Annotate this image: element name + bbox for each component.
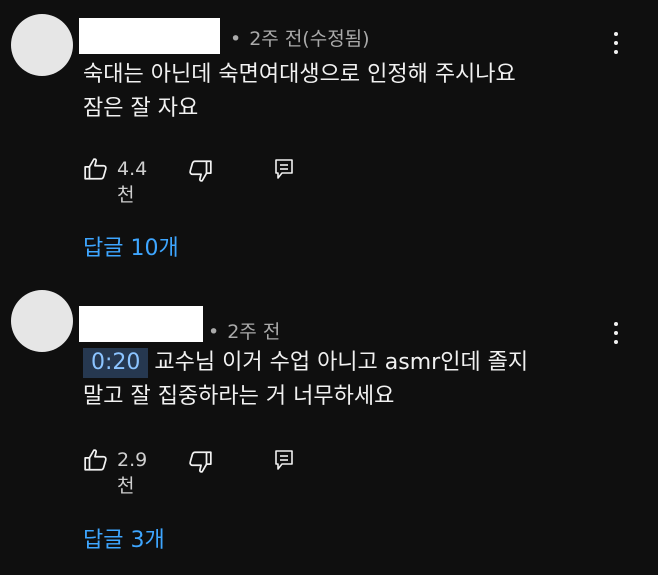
- author-name-redacted[interactable]: [79, 306, 203, 342]
- comment-line: 0:20 교수님 이거 수업 아니고 asmr인데 졸지: [83, 346, 528, 380]
- reply-icon[interactable]: [274, 449, 294, 471]
- comment-time: 2주 전: [227, 321, 281, 343]
- comment-text: 숙대는 아닌데 숙면여대생으로 인정해 주시나요 잠은 잘 자요: [83, 58, 516, 126]
- like-count: 4.4천: [117, 158, 148, 206]
- replies-button[interactable]: 답글 3개: [83, 522, 165, 554]
- comment-text: 0:20 교수님 이거 수업 아니고 asmr인데 졸지 말고 잘 집중하라는 거…: [83, 346, 528, 414]
- thumbs-down-icon[interactable]: [187, 158, 213, 184]
- more-vertical-icon[interactable]: [608, 320, 624, 346]
- comment-line: 말고 잘 집중하라는 거 너무하세요: [83, 384, 395, 409]
- comment-line: 숙대는 아닌데 숙면여대생으로 인정해 주시나요: [83, 62, 516, 87]
- replies-button[interactable]: 답글 10개: [83, 230, 179, 262]
- thumbs-up-icon[interactable]: [83, 447, 109, 473]
- comment-meta: • 2주 전: [208, 321, 281, 343]
- comment-time: 2주 전(수정됨): [249, 28, 370, 50]
- author-name-redacted[interactable]: [79, 18, 220, 54]
- avatar[interactable]: [11, 290, 73, 352]
- thumbs-down-icon[interactable]: [187, 449, 213, 475]
- thumbs-up-icon[interactable]: [83, 156, 109, 182]
- comment-line-text: 교수님 이거 수업 아니고 asmr인데 졸지: [154, 350, 529, 375]
- like-count: 2.9천: [117, 449, 148, 497]
- avatar[interactable]: [11, 14, 73, 76]
- more-vertical-icon[interactable]: [608, 30, 624, 56]
- comment-meta: • 2주 전(수정됨): [230, 28, 370, 50]
- reply-icon[interactable]: [274, 158, 294, 180]
- comment-line: 잠은 잘 자요: [83, 96, 199, 121]
- timestamp-link[interactable]: 0:20: [83, 348, 149, 378]
